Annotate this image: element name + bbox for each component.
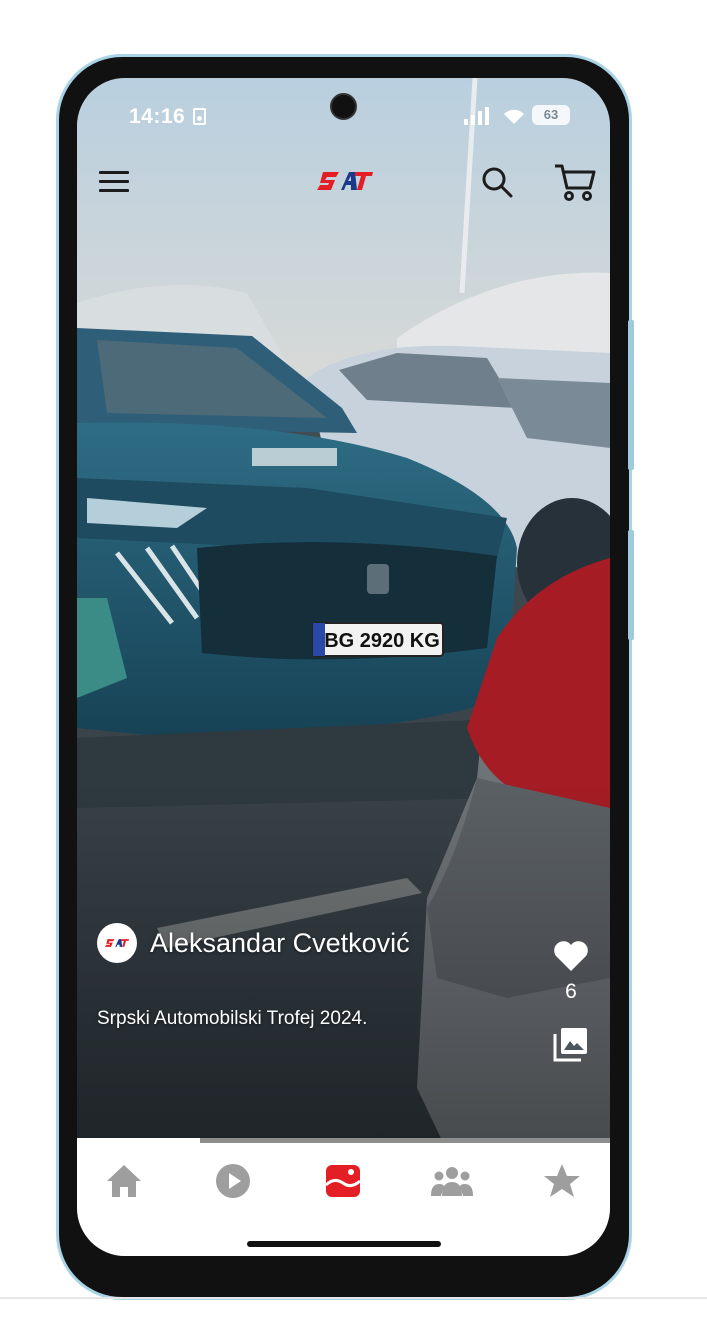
phone-side-button: [628, 320, 634, 470]
app-logo[interactable]: [317, 168, 373, 194]
phone-screen: BG 2920 KG 14:16 63 Aleksandar Cvetković…: [77, 78, 610, 1256]
battery-indicator: 63: [532, 105, 570, 125]
nav-play[interactable]: [211, 1161, 255, 1201]
video-frame[interactable]: BG 2920 KG: [77, 78, 610, 1256]
app-header: [77, 158, 610, 208]
search-icon[interactable]: [479, 164, 515, 200]
sim-card-icon: [193, 108, 206, 125]
hamburger-menu-icon[interactable]: [97, 168, 131, 196]
front-camera: [330, 93, 357, 120]
nav-stories[interactable]: [321, 1161, 365, 1201]
star-icon: [544, 1164, 580, 1197]
status-time: 14:16: [129, 105, 186, 128]
nav-favorites[interactable]: [540, 1161, 584, 1201]
page-divider: [0, 1297, 707, 1299]
users-icon: [431, 1167, 473, 1196]
cellular-signal-icon: [464, 107, 489, 125]
stories-icon: [324, 1165, 361, 1197]
like-count: 6: [565, 980, 577, 1003]
post-caption: Srpski Automobilski Trofej 2024.: [97, 1008, 368, 1029]
phone-volume-button: [628, 530, 634, 640]
nav-home[interactable]: [102, 1161, 146, 1201]
shopping-cart-icon[interactable]: [553, 162, 597, 202]
author-avatar[interactable]: [97, 923, 137, 963]
gallery-icon[interactable]: [553, 1026, 589, 1062]
heart-icon[interactable]: [553, 940, 589, 972]
author-name[interactable]: Aleksandar Cvetković: [150, 928, 410, 959]
svg-text:BG 2920 KG: BG 2920 KG: [324, 630, 440, 652]
nav-community[interactable]: [430, 1161, 474, 1201]
home-icon: [107, 1165, 141, 1197]
avatar-logo: [105, 939, 129, 947]
status-bar: 14:16 63: [77, 78, 610, 148]
wifi-icon: [504, 109, 524, 124]
post-actions: 6: [549, 940, 593, 1062]
play-circle-icon: [216, 1164, 250, 1198]
home-indicator[interactable]: [247, 1241, 441, 1247]
bottom-navigation: [77, 1143, 610, 1256]
